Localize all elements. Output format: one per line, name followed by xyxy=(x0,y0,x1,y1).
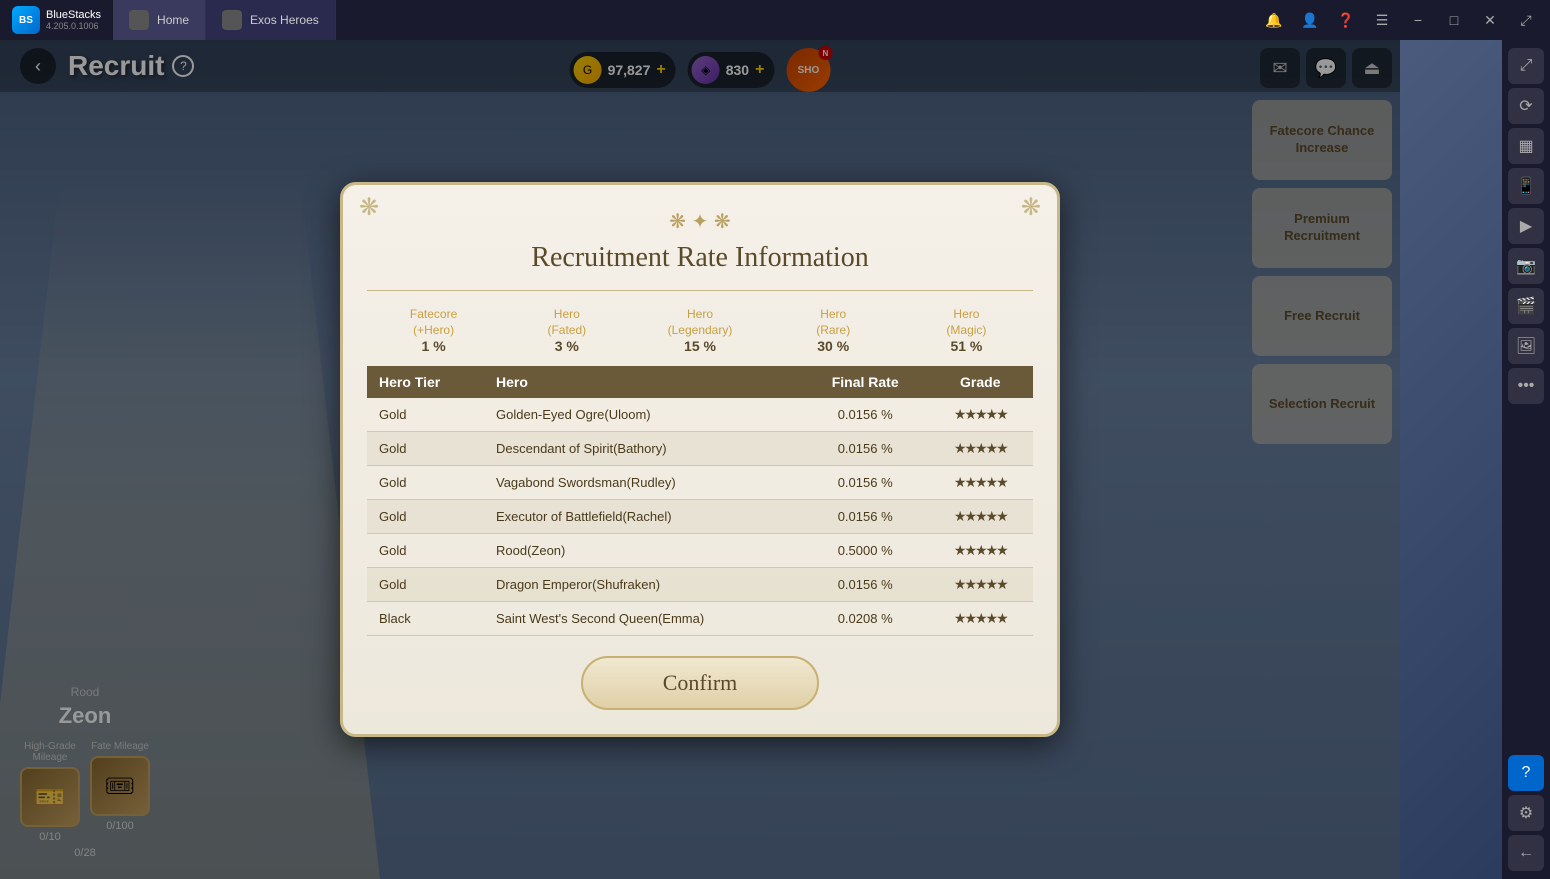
modal-title: Recruitment Rate Information xyxy=(367,242,1033,274)
rotate-tool-button[interactable]: ⟳ xyxy=(1508,88,1544,124)
titlebar: BS BlueStacks 4.205.0.1006 Home Exos Her… xyxy=(0,0,1550,40)
cell-grade: ★★★★★ xyxy=(928,568,1033,602)
cell-hero: Saint West's Second Queen(Emma) xyxy=(484,602,803,636)
table-row: GoldDragon Emperor(Shufraken)0.0156 %★★★… xyxy=(367,568,1033,602)
rate-col-fated: Hero(Fated) 3 % xyxy=(500,307,633,354)
col-final-rate: Final Rate xyxy=(803,366,928,398)
table-row: GoldGolden-Eyed Ogre(Uloom)0.0156 %★★★★★ xyxy=(367,398,1033,432)
game-area: ‹ Recruit ? G 97,827 + ◈ 830 + SHO N xyxy=(0,40,1400,879)
cell-tier: Gold xyxy=(367,568,484,602)
cell-tier: Gold xyxy=(367,500,484,534)
cell-rate: 0.0156 % xyxy=(803,466,928,500)
fatecore-rate-label: Fatecore(+Hero) xyxy=(367,307,500,338)
cell-grade: ★★★★★ xyxy=(928,602,1033,636)
cell-hero: Vagabond Swordsman(Rudley) xyxy=(484,466,803,500)
back-tool-button[interactable]: ← xyxy=(1508,835,1544,871)
cell-hero: Descendant of Spirit(Bathory) xyxy=(484,432,803,466)
cell-tier: Gold xyxy=(367,398,484,432)
minimize-button[interactable]: − xyxy=(1402,4,1434,36)
video-tool-button[interactable]: ▶ xyxy=(1508,208,1544,244)
cell-grade: ★★★★★ xyxy=(928,432,1033,466)
table-row: GoldVagabond Swordsman(Rudley)0.0156 %★★… xyxy=(367,466,1033,500)
table-row: BlackSaint West's Second Queen(Emma)0.02… xyxy=(367,602,1033,636)
fated-rate-label: Hero(Fated) xyxy=(500,307,633,338)
titlebar-controls: 🔔 👤 ❓ ☰ − □ ✕ ⤢ xyxy=(1258,4,1550,36)
camera-tool-button[interactable]: 📷 xyxy=(1508,248,1544,284)
ornament-icon: ❋ ✦ ❋ xyxy=(669,211,730,233)
cell-grade: ★★★★★ xyxy=(928,500,1033,534)
menu-button[interactable]: ☰ xyxy=(1366,4,1398,36)
rare-rate-value: 30 % xyxy=(767,338,900,354)
layout-tool-button[interactable]: ▦ xyxy=(1508,128,1544,164)
rate-col-fatecore: Fatecore(+Hero) 1 % xyxy=(367,307,500,354)
magic-rate-value: 51 % xyxy=(900,338,1033,354)
fated-rate-value: 3 % xyxy=(500,338,633,354)
bs-version: 4.205.0.1006 xyxy=(46,21,101,31)
legendary-rate-label: Hero(Legendary) xyxy=(633,307,766,338)
cell-rate: 0.0156 % xyxy=(803,398,928,432)
cell-hero: Executor of Battlefield(Rachel) xyxy=(484,500,803,534)
bs-app-name: BlueStacks xyxy=(46,9,101,21)
tab-exos-heroes[interactable]: Exos Heroes xyxy=(206,0,336,40)
confirm-button[interactable]: Confirm xyxy=(581,656,820,710)
user-button[interactable]: 👤 xyxy=(1294,4,1326,36)
close-button[interactable]: ✕ xyxy=(1474,4,1506,36)
tab-home[interactable]: Home xyxy=(113,0,206,40)
question-tool-button[interactable]: ? xyxy=(1508,755,1544,791)
magic-rate-label: Hero(Magic) xyxy=(900,307,1033,338)
bluestacks-logo: BS BlueStacks 4.205.0.1006 xyxy=(0,6,113,34)
table-header-row: Hero Tier Hero Final Rate Grade xyxy=(367,366,1033,398)
rate-col-legendary: Hero(Legendary) 15 % xyxy=(633,307,766,354)
modal-overlay: ❋ ✦ ❋ Recruitment Rate Information Fatec… xyxy=(0,40,1400,879)
bs-logo-icon: BS xyxy=(12,6,40,34)
rate-col-rare: Hero(Rare) 30 % xyxy=(767,307,900,354)
cell-grade: ★★★★★ xyxy=(928,534,1033,568)
help-button[interactable]: ❓ xyxy=(1330,4,1362,36)
cell-grade: ★★★★★ xyxy=(928,398,1033,432)
col-hero: Hero xyxy=(484,366,803,398)
confirm-button-wrapper: Confirm xyxy=(367,656,1033,710)
settings-tool-button[interactable]: ⚙ xyxy=(1508,795,1544,831)
cell-tier: Gold xyxy=(367,432,484,466)
rate-table: Hero Tier Hero Final Rate Grade GoldGold… xyxy=(367,366,1033,636)
gallery-tool-button[interactable]: 🖼 xyxy=(1508,328,1544,364)
recruitment-rate-modal: ❋ ✦ ❋ Recruitment Rate Information Fatec… xyxy=(340,182,1060,737)
rate-headers: Fatecore(+Hero) 1 % Hero(Fated) 3 % Hero… xyxy=(367,307,1033,354)
more-tool-button[interactable]: ••• xyxy=(1508,368,1544,404)
cell-tier: Gold xyxy=(367,466,484,500)
video2-tool-button[interactable]: 🎬 xyxy=(1508,288,1544,324)
right-tools-panel: ⤢ ⟳ ▦ 📱 ▶ 📷 🎬 🖼 ••• ? ⚙ ← xyxy=(1502,40,1550,879)
expand-tool-button[interactable]: ⤢ xyxy=(1508,48,1544,84)
cell-rate: 0.0156 % xyxy=(803,568,928,602)
cell-tier: Gold xyxy=(367,534,484,568)
cell-rate: 0.0208 % xyxy=(803,602,928,636)
cell-rate: 0.0156 % xyxy=(803,432,928,466)
expand-button[interactable]: ⤢ xyxy=(1510,4,1542,36)
table-row: GoldExecutor of Battlefield(Rachel)0.015… xyxy=(367,500,1033,534)
table-row: GoldDescendant of Spirit(Bathory)0.0156 … xyxy=(367,432,1033,466)
rare-rate-label: Hero(Rare) xyxy=(767,307,900,338)
tab-game-label: Exos Heroes xyxy=(250,13,319,27)
tab-game-icon xyxy=(222,10,242,30)
legendary-rate-value: 15 % xyxy=(633,338,766,354)
table-row: GoldRood(Zeon)0.5000 %★★★★★ xyxy=(367,534,1033,568)
tab-home-label: Home xyxy=(157,13,189,27)
cell-hero: Rood(Zeon) xyxy=(484,534,803,568)
cell-rate: 0.0156 % xyxy=(803,500,928,534)
rate-col-magic: Hero(Magic) 51 % xyxy=(900,307,1033,354)
phone-tool-button[interactable]: 📱 xyxy=(1508,168,1544,204)
modal-ornament-top: ❋ ✦ ❋ xyxy=(367,209,1033,234)
cell-hero: Dragon Emperor(Shufraken) xyxy=(484,568,803,602)
cell-rate: 0.5000 % xyxy=(803,534,928,568)
col-grade: Grade xyxy=(928,366,1033,398)
modal-divider xyxy=(367,290,1033,291)
tab-home-icon xyxy=(129,10,149,30)
fatecore-rate-value: 1 % xyxy=(367,338,500,354)
maximize-button[interactable]: □ xyxy=(1438,4,1470,36)
col-hero-tier: Hero Tier xyxy=(367,366,484,398)
cell-hero: Golden-Eyed Ogre(Uloom) xyxy=(484,398,803,432)
cell-tier: Black xyxy=(367,602,484,636)
bell-button[interactable]: 🔔 xyxy=(1258,4,1290,36)
cell-grade: ★★★★★ xyxy=(928,466,1033,500)
